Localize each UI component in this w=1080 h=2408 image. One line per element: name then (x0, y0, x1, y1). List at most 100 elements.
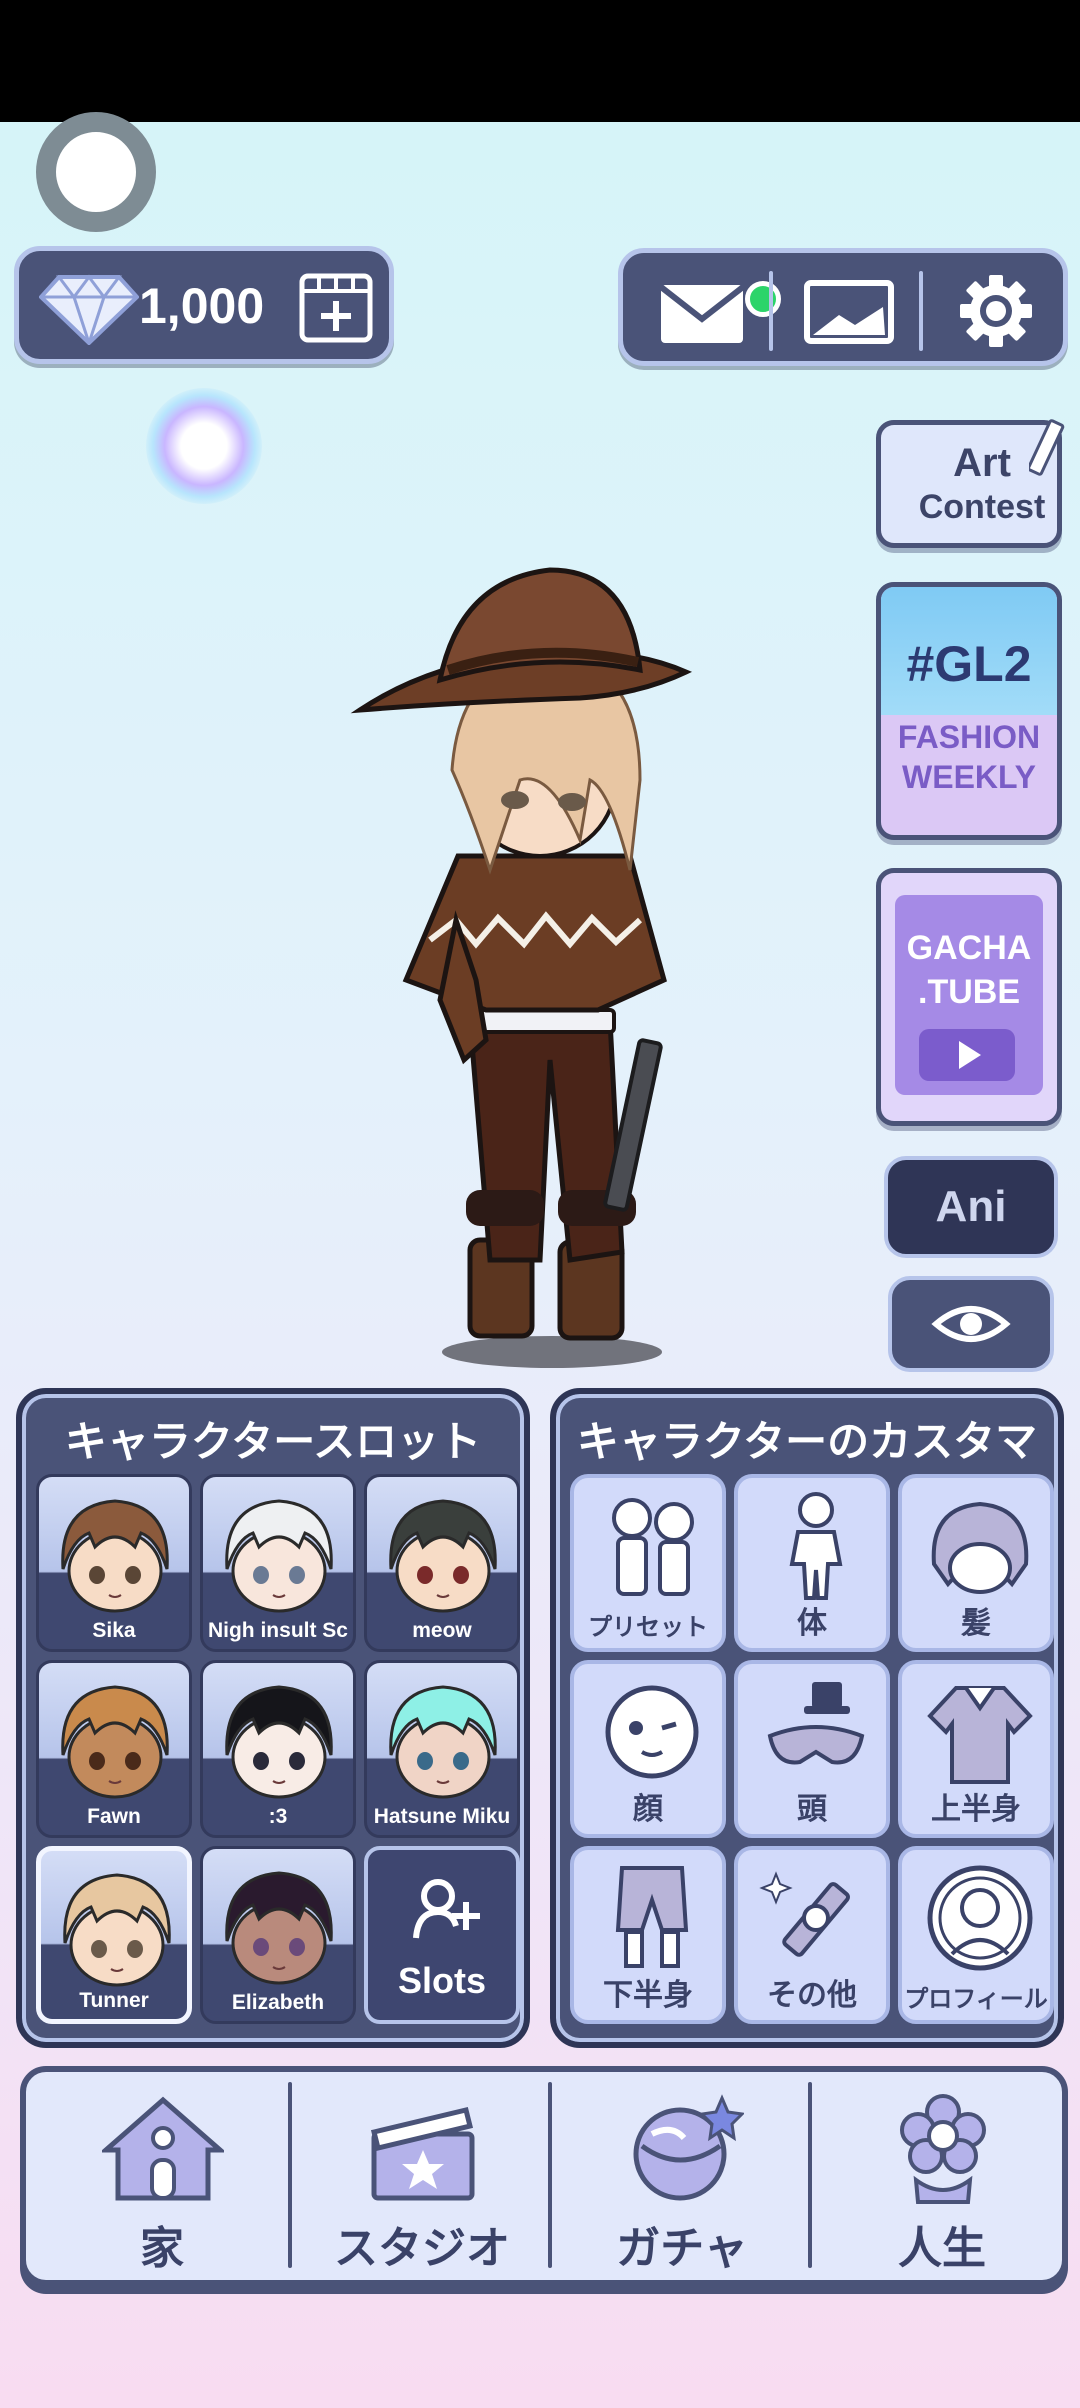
customize-preset-button[interactable]: プリセット (570, 1474, 726, 1652)
life-icon (900, 2094, 986, 2204)
lower-body-icon (615, 1866, 689, 1968)
slot-grid: Sika Nigh insult Sc meow Fawn :3 Hatsune… (36, 1474, 520, 2024)
gl2-line-2: WEEKLY (902, 759, 1036, 795)
tube-label-2: .TUBE (918, 973, 1020, 1011)
gear-icon (960, 275, 1032, 347)
customize-label: 上半身 (931, 1792, 1021, 1827)
customize-hair-button[interactable]: 髪 (898, 1474, 1054, 1652)
gallery-button[interactable] (795, 273, 905, 349)
character-slot-name: Fawn (87, 1805, 141, 1828)
character-customize-panel: キャラクターのカスタマイズ プリセット 体 髪 (550, 1388, 1064, 2048)
body-icon (789, 1492, 843, 1600)
customize-other-button[interactable]: その他 (734, 1846, 890, 2024)
studio-icon (370, 2106, 475, 2201)
top-right-toolbar (618, 248, 1068, 366)
gl2-fashion-weekly-button[interactable]: #GL2 FASHION WEEKLY (876, 582, 1062, 840)
gl2-tag: #GL2 (906, 636, 1032, 692)
ani-button[interactable]: Ani (884, 1156, 1058, 1258)
add-user-icon (413, 1879, 480, 1939)
customize-label: 髪 (961, 1606, 991, 1641)
character-slot[interactable]: Sika (36, 1474, 192, 1652)
bottom-navigation: 家 スタジオ ガチャ 人生 (20, 2066, 1068, 2286)
add-card-icon[interactable] (299, 273, 373, 343)
character-slot[interactable]: Nigh insult Sc (200, 1474, 356, 1652)
glow-orb[interactable] (146, 388, 262, 504)
home-icon (102, 2096, 224, 2201)
character-portrait (389, 1685, 497, 1799)
add-slots-label: Slots (397, 1960, 486, 2001)
character-portrait (63, 1873, 171, 1987)
add-slots-button[interactable]: Slots (364, 1846, 520, 2024)
character-portrait (225, 1871, 333, 1985)
character-slot[interactable]: :3 (200, 1660, 356, 1838)
customize-head-button[interactable]: 頭 (734, 1660, 890, 1838)
toolbar-divider (769, 271, 773, 351)
customize-label: 顔 (633, 1792, 663, 1827)
character-slot[interactable]: Elizabeth (200, 1846, 356, 2024)
mail-button[interactable] (653, 273, 781, 349)
diamond-icon (39, 274, 139, 345)
nav-label: ガチャ (616, 2223, 748, 2274)
status-bar (0, 0, 1080, 122)
toolbar-divider (919, 271, 923, 351)
customize-label: その他 (767, 1978, 857, 2013)
nav-label: 人生 (898, 2223, 986, 2274)
gallery-icon (804, 280, 894, 344)
gem-counter-bar: 1,000 (14, 246, 394, 364)
character-slot-name: Sika (92, 1619, 136, 1642)
nav-gacha[interactable]: ガチャ (552, 2072, 812, 2280)
art-contest-button[interactable]: Art Contest (876, 419, 1065, 548)
preset-icon (612, 1498, 694, 1596)
character-portrait (225, 1499, 333, 1613)
nav-studio[interactable]: スタジオ (292, 2072, 552, 2280)
gl2-line-1: FASHION (897, 719, 1041, 755)
customize-label: 体 (797, 1606, 827, 1641)
hair-icon (931, 1501, 1029, 1594)
play-icon (919, 1029, 1015, 1081)
character-slot[interactable]: Hatsune Miku (364, 1660, 520, 1838)
customize-upper-body-button[interactable]: 上半身 (898, 1660, 1054, 1838)
settings-button[interactable] (941, 273, 1051, 349)
head-accessory-icon (767, 1682, 865, 1765)
character-slot-selected[interactable]: Tunner (36, 1846, 192, 2024)
pencil-icon (1029, 419, 1065, 476)
visibility-button[interactable] (888, 1276, 1054, 1372)
character-slot[interactable]: meow (364, 1474, 520, 1652)
character-portrait (61, 1685, 169, 1799)
character-preview (350, 567, 693, 1368)
nav-label: 家 (140, 2223, 184, 2274)
character-slot-name: Elizabeth (231, 1991, 325, 2014)
customize-body-button[interactable]: 体 (734, 1474, 890, 1652)
customize-profile-button[interactable]: プロフィール (898, 1846, 1054, 2024)
customize-label: プロフィール (904, 1985, 1048, 2013)
customize-face-button[interactable]: 顔 (570, 1660, 726, 1838)
nav-life[interactable]: 人生 (812, 2072, 1072, 2280)
other-icon (759, 1871, 850, 1957)
character-portrait (61, 1499, 169, 1613)
nav-home[interactable]: 家 (32, 2072, 292, 2280)
customize-label: プリセット (588, 1613, 708, 1641)
character-portrait (225, 1685, 333, 1799)
character-slot-name: Tunner (79, 1989, 149, 2012)
character-slot[interactable]: Fawn (36, 1660, 192, 1838)
character-slot-name: meow (412, 1619, 472, 1642)
mail-icon (659, 284, 745, 343)
customize-grid: プリセット 体 髪 顔 頭 上半身 下半身 その他 プロフィール (570, 1474, 1054, 2024)
face-icon (605, 1685, 699, 1779)
tube-label-1: GACHA (906, 929, 1032, 967)
upper-body-icon (927, 1686, 1033, 1784)
customize-label: 頭 (797, 1792, 827, 1827)
eye-icon (931, 1306, 1011, 1342)
character-slots-panel: キャラクタースロット Sika Nigh insult Sc meow Fawn… (16, 1388, 530, 2048)
gem-count: 1,000 (139, 278, 265, 334)
character-slot-name: Hatsune Miku (373, 1805, 511, 1828)
character-slot-name: Nigh insult Sc (207, 1619, 348, 1642)
profile-icon (927, 1865, 1033, 1971)
customize-lower-body-button[interactable]: 下半身 (570, 1846, 726, 2024)
floating-circle-button[interactable] (36, 112, 156, 232)
gacha-tube-button[interactable]: GACHA .TUBE (876, 868, 1062, 1126)
character-slot-name: :3 (268, 1805, 288, 1828)
notification-dot (745, 281, 781, 317)
slots-panel-title: キャラクタースロット (64, 1417, 482, 1466)
art-contest-label-2: Contest (918, 488, 1046, 526)
